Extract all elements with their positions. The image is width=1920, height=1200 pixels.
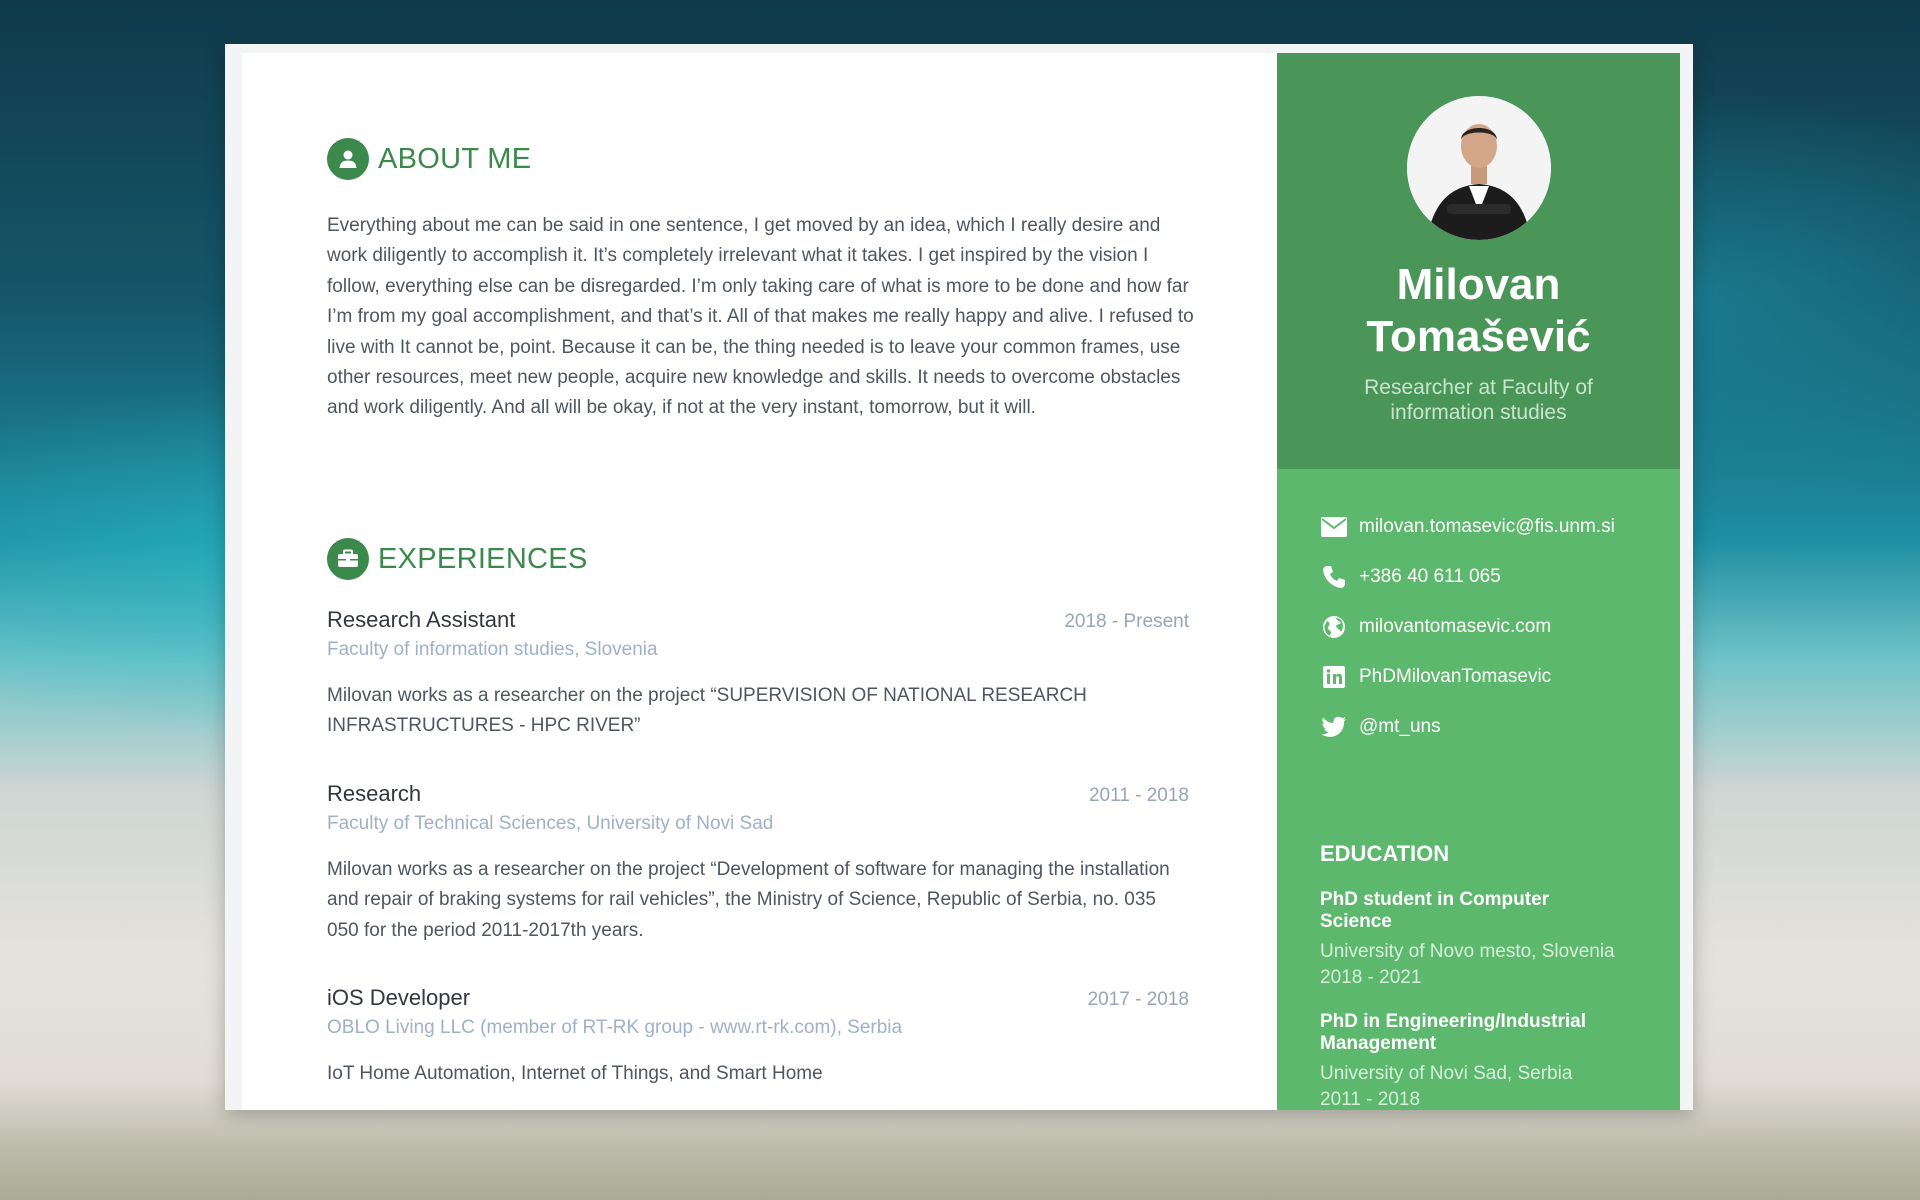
contact-website-text: milovantomasevic.com xyxy=(1359,616,1552,637)
profile-header: Milovan Tomašević Researcher at Faculty … xyxy=(1277,53,1680,469)
job-organization: Faculty of Technical Sciences, Universit… xyxy=(327,813,774,834)
education-heading: EDUCATION xyxy=(1320,841,1450,866)
profile-name-last: Tomašević xyxy=(1366,312,1591,361)
experience-item: iOS Developer 2017 - 2018 OBLO Living LL… xyxy=(327,985,1189,1089)
sidebar-details: milovan.tomasevic@fis.unm.si +386 40 611… xyxy=(1277,469,1680,1110)
contact-website[interactable]: milovantomasevic.com xyxy=(1320,614,1551,640)
experiences-section-header: EXPERIENCES xyxy=(327,538,588,580)
job-description: Milovan works as a researcher on the pro… xyxy=(327,685,1087,737)
education-item: PhD student in Computer Science Universi… xyxy=(1320,889,1650,991)
job-description: Milovan works as a researcher on the pro… xyxy=(327,859,1170,941)
job-date: 2011 - 2018 xyxy=(1088,785,1189,806)
education-degree-line: Management xyxy=(1320,1033,1437,1054)
contact-twitter-text: @mt_uns xyxy=(1359,716,1441,737)
job-title: iOS Developer xyxy=(327,985,471,1010)
education-years: 2018 - 2021 xyxy=(1320,967,1422,988)
job-description: IoT Home Automation, Internet of Things,… xyxy=(327,1063,823,1084)
job-title: Research xyxy=(327,781,422,806)
profile-name: Milovan Tomašević xyxy=(1277,259,1680,363)
contact-linkedin[interactable]: PhDMilovanTomasevic xyxy=(1320,664,1551,690)
job-date: 2017 - 2018 xyxy=(1087,989,1189,1010)
briefcase-icon xyxy=(327,538,369,580)
education-degree-line: PhD student in Computer xyxy=(1320,889,1550,910)
education-degree: PhD in Engineering/Industrial Management xyxy=(1320,1011,1650,1055)
education-school: University of Novo mesto, Slovenia xyxy=(1320,941,1615,962)
experience-item: Research Assistant 2018 - Present Facult… xyxy=(327,607,1189,742)
profile-title-line: Researcher at Faculty of xyxy=(1364,376,1593,399)
education-school: University of Novi Sad, Serbia xyxy=(1320,1063,1573,1084)
education-years: 2011 - 2018 xyxy=(1320,1089,1421,1110)
experience-item: Research 2011 - 2018 Faculty of Technica… xyxy=(327,781,1189,946)
contact-twitter[interactable]: @mt_uns xyxy=(1320,714,1441,740)
contact-linkedin-text: PhDMilovanTomasevic xyxy=(1359,666,1552,687)
contact-email[interactable]: milovan.tomasevic@fis.unm.si xyxy=(1320,514,1615,540)
twitter-icon xyxy=(1320,714,1348,740)
education-degree-line: PhD in Engineering/Industrial xyxy=(1320,1011,1587,1032)
envelope-icon xyxy=(1320,514,1348,540)
job-organization: OBLO Living LLC (member of RT-RK group -… xyxy=(327,1017,903,1038)
education-meta: University of Novi Sad, Serbia 2011 - 20… xyxy=(1320,1061,1650,1110)
contact-phone[interactable]: +386 40 611 065 xyxy=(1320,564,1501,590)
education-meta: University of Novo mesto, Slovenia 2018 … xyxy=(1320,939,1650,991)
profile-name-first: Milovan xyxy=(1396,260,1561,309)
resume-main-column: ABOUT ME Everything about me can be said… xyxy=(242,53,1277,1110)
about-section-header: ABOUT ME xyxy=(327,138,531,180)
user-icon xyxy=(327,138,369,180)
avatar xyxy=(1407,96,1551,240)
education-item: PhD in Engineering/Industrial Management… xyxy=(1320,1011,1650,1110)
experiences-heading: EXPERIENCES xyxy=(378,542,588,575)
job-organization: Faculty of information studies, Slovenia xyxy=(327,639,658,660)
education-degree: PhD student in Computer Science xyxy=(1320,889,1650,933)
linkedin-icon xyxy=(1320,664,1348,690)
globe-icon xyxy=(1320,614,1348,640)
about-heading: ABOUT ME xyxy=(378,142,532,175)
about-text: Everything about me can be said in one s… xyxy=(327,215,1194,419)
profile-title: Researcher at Faculty of information stu… xyxy=(1317,375,1640,425)
contact-phone-text: +386 40 611 065 xyxy=(1359,566,1501,587)
job-date: 2018 - Present xyxy=(1064,611,1189,632)
profile-title-line: information studies xyxy=(1390,401,1567,424)
job-title: Research Assistant xyxy=(327,607,516,632)
phone-icon xyxy=(1320,564,1348,590)
contact-email-text: milovan.tomasevic@fis.unm.si xyxy=(1359,516,1615,537)
education-degree-line: Science xyxy=(1320,911,1392,932)
